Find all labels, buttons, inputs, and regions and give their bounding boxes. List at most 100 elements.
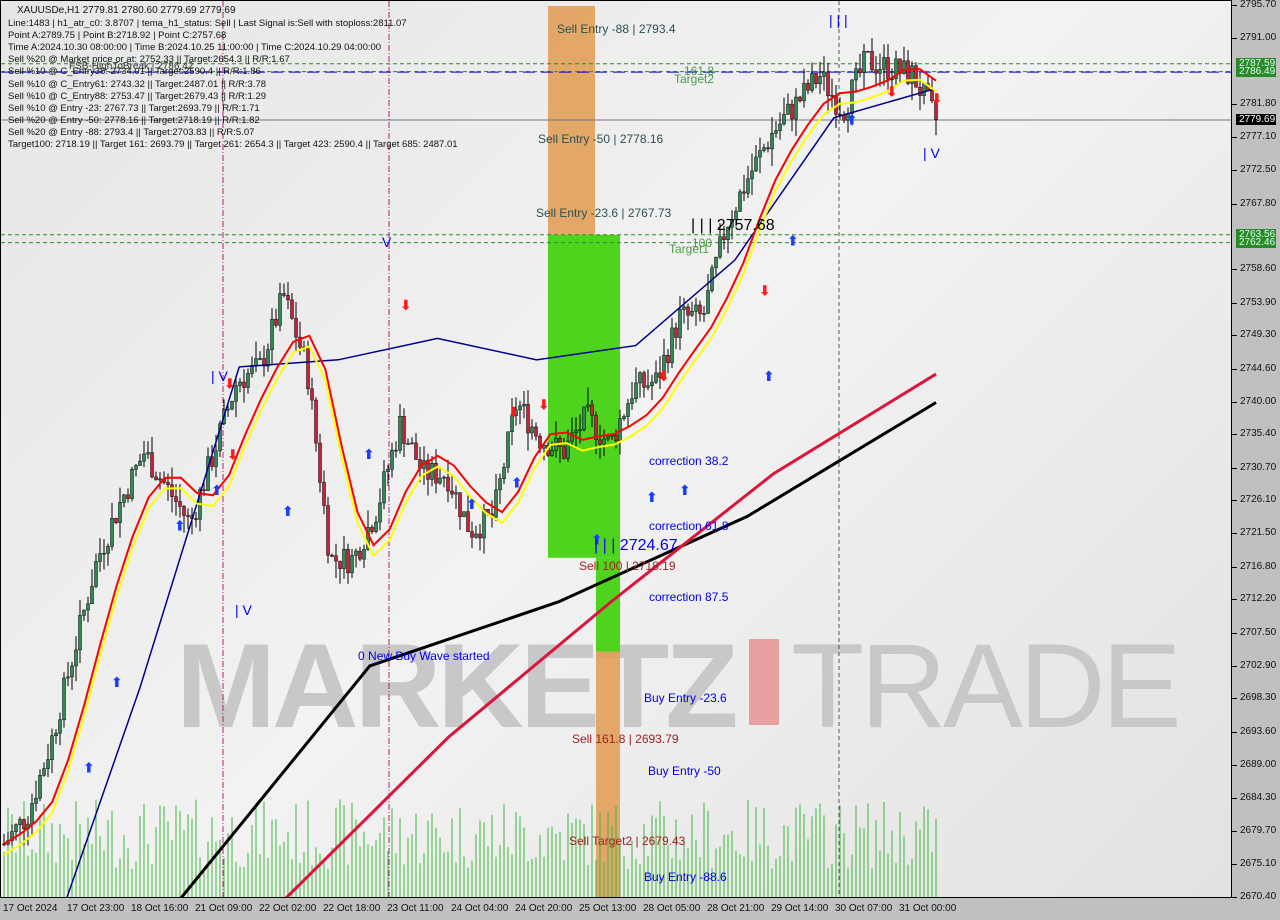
y-tick-label: 2730.70 [1240,461,1277,473]
sell-arrow-icon: ⬇ [759,284,771,300]
candle-body [682,306,686,310]
candle-body [18,819,22,825]
buy-arrow-icon: ⬆ [763,369,775,385]
candle-body [750,170,754,180]
candle-body [534,426,538,437]
y-tick-label: 2795.70 [1240,0,1277,10]
candle-body [470,531,474,538]
candle-body [358,550,362,560]
candle-body [170,484,174,497]
candle-body [62,677,66,721]
candle-body [754,156,758,172]
y-tick-mark [1232,5,1237,6]
candle-body [382,471,386,504]
y-tick-label: 2707.50 [1240,626,1277,638]
candle-body [406,443,410,445]
buy-arrow-icon: ⬆ [211,483,223,499]
y-tick-mark [1232,335,1237,337]
y-tick-label: 2772.50 [1240,164,1277,176]
sell-arrow-icon: ⬇ [538,398,550,414]
y-tick-mark [1232,665,1237,667]
candle-body [402,416,406,444]
x-tick-label: 29 Oct 14:00 [771,903,829,914]
buy-arrow-icon: ⬆ [787,234,799,250]
candle-body [690,311,694,316]
candle-body [390,450,394,470]
sell-arrow-icon: ⬇ [227,447,239,463]
candle-body [702,313,706,315]
candle-body [674,327,678,338]
x-tick-label: 25 Oct 13:00 [579,903,637,914]
candle-body [558,438,562,447]
y-tick-label: 2781.80 [1240,97,1277,109]
y-tick-mark [1232,302,1237,304]
candle-body [498,478,502,491]
y-tick-label: 2712.20 [1240,593,1277,605]
candle-body [522,404,526,407]
y-tick-mark [1232,897,1237,898]
correction-382-label: correction 38.2 [649,454,729,468]
candle-body [142,453,146,462]
y-tick-mark [1232,137,1237,139]
y-tick-mark [1232,467,1237,469]
y-tick-mark [1232,731,1237,733]
info-line: Sell %10 @ Entry -23: 2767.73 || Target:… [8,102,260,114]
x-tick-label: 31 Oct 00:00 [899,903,957,914]
candle-body [858,68,862,74]
y-tick-label: 2698.30 [1240,692,1277,704]
target2-label: Target2 [674,72,715,86]
target1-label: Target1 [669,242,710,256]
buy-arrow-icon: ⬆ [846,113,858,129]
y-tick-mark [1232,599,1237,601]
candle-body [338,560,342,569]
candle-body [454,492,458,495]
candle-body [122,494,126,503]
candle-body [778,123,782,131]
buy-arrow-icon: ⬆ [282,504,294,520]
sell-entry-88-label: Sell Entry -88 | 2793.4 [557,22,676,36]
candle-body [274,318,278,326]
candle-body [830,95,834,97]
candle-body [818,76,822,84]
candle-body [706,290,710,314]
chart-plot-area[interactable]: MARKETZ TRADE ⬆ ⬆ ⬆ ⬆ ⬆ ⬆ ⬆ ⬆ ⬆ ⬆ ⬆ ⬆ ⬆ ⬆ ⬇ ⬇ ⬇ ⬇ ⬇ ⬇ ⬇ ⬇ ⬇ XA… [0,0,1232,898]
candle-body [182,506,186,516]
y-tick-label: 2758.60 [1240,263,1277,275]
sell-entry-236-label: Sell Entry -23.6 | 2767.73 [536,206,672,220]
candle-body [586,404,590,408]
candle-body [342,548,346,569]
y-tick-label: 2744.60 [1240,362,1277,374]
candle-body [46,759,50,769]
candle-body [58,719,62,734]
x-tick-label: 24 Oct 04:00 [451,903,509,914]
candle-body [74,649,78,667]
y-tick-mark [1232,434,1237,436]
candle-body [322,482,326,506]
candle-body [474,533,478,538]
price-box: 2762.46 [1236,236,1276,248]
candle-body [822,71,826,77]
candle-body [606,436,610,440]
candle-body [126,494,130,499]
candle-body [154,476,158,481]
candle-body [106,546,110,554]
y-tick-label: 2684.30 [1240,792,1277,804]
marker-v: V [382,234,392,250]
candle-body [446,476,450,492]
candle-body [226,408,230,411]
candle-body [782,114,786,125]
candle-body [770,133,774,150]
sell-arrow-icon: ⬇ [658,369,670,385]
candle-body [646,385,650,388]
candle-body [922,83,926,96]
candle-body [666,354,670,364]
candle-body [362,549,366,560]
candle-body [214,450,218,467]
info-line: Sell %10 @ C_Entry61: 2743.32 || Target:… [8,78,267,90]
candle-body [98,553,102,562]
candle-body [638,372,642,384]
candle-body [790,103,794,120]
point-c-label: | | | 2757.68 [691,217,775,234]
candle-body [882,57,886,70]
candle-body [878,69,882,74]
